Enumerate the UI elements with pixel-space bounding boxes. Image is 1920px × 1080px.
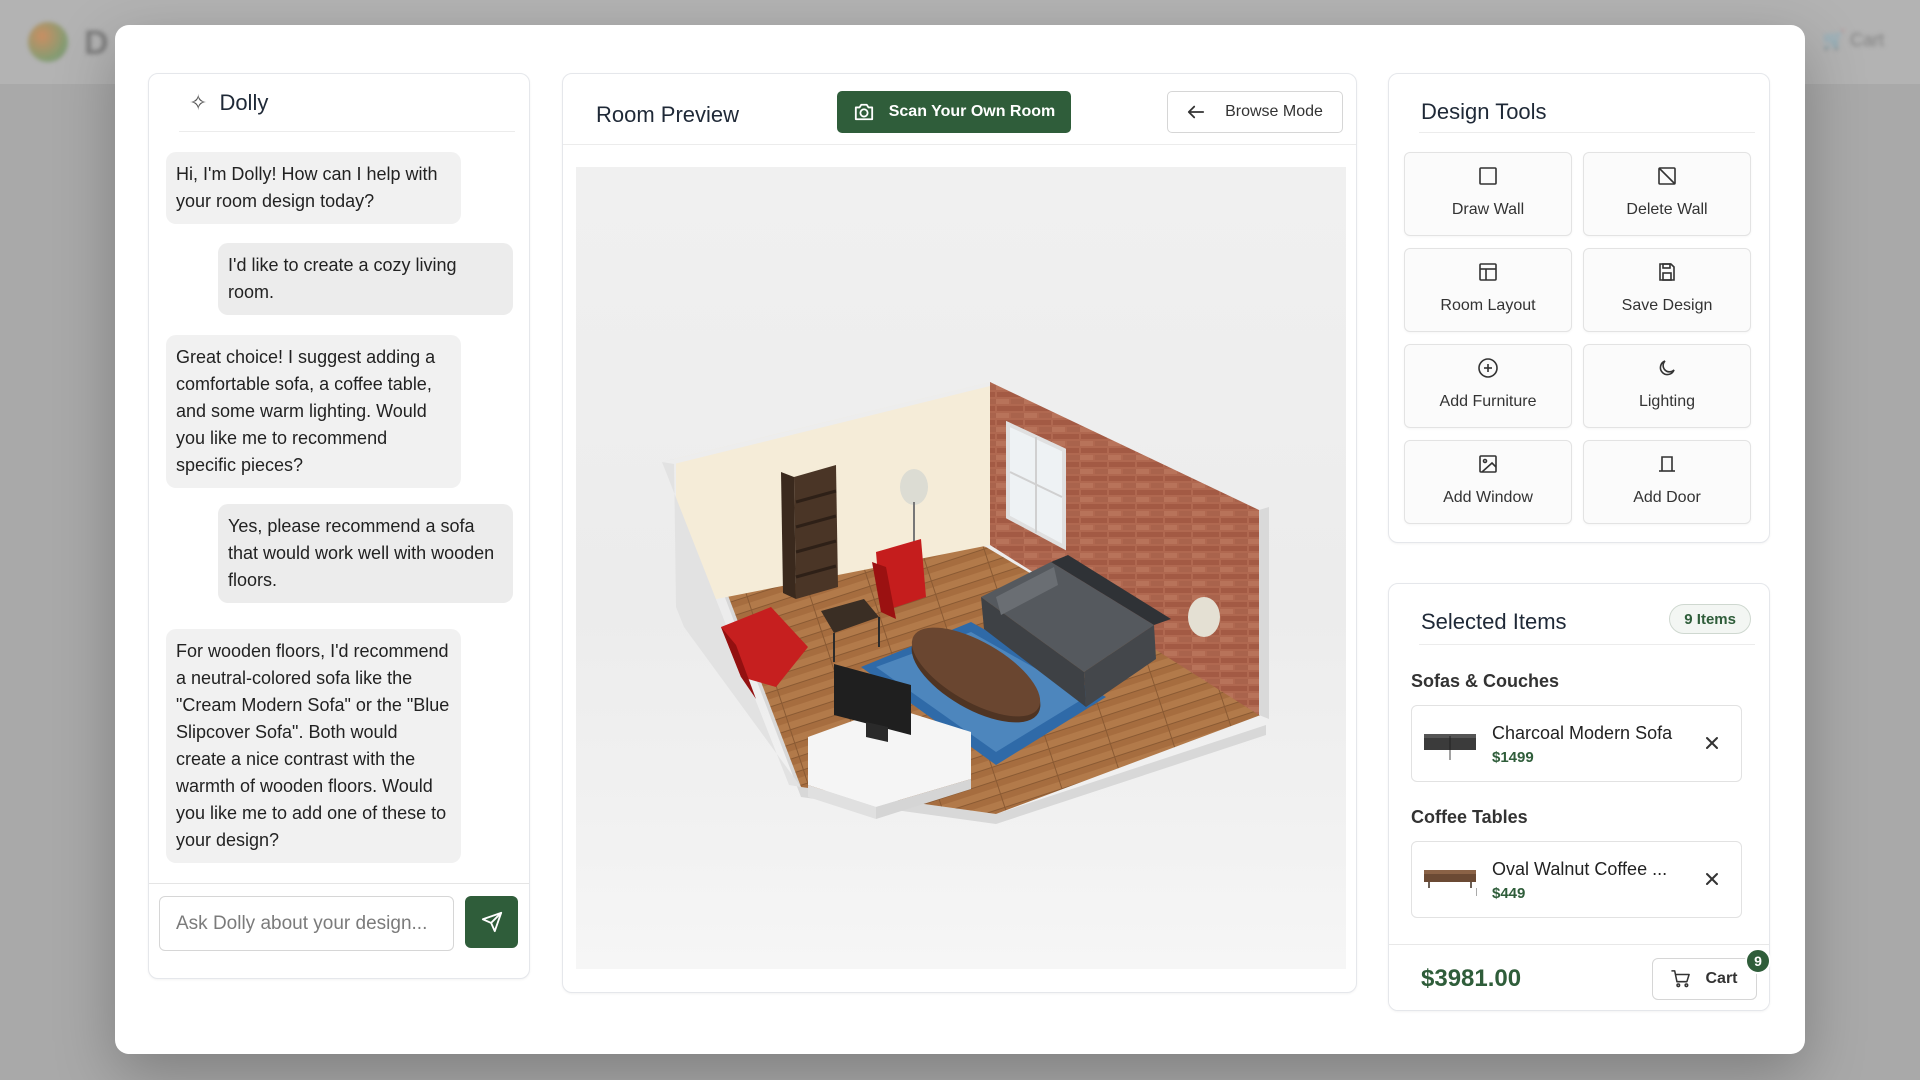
cart-label: Cart [1705,970,1738,987]
cart-footer: $3981.00 Cart [1389,944,1769,1010]
background-cart: 🛒 Cart [1822,30,1884,50]
tool-label: Save Design [1621,297,1713,314]
moon-icon [1656,357,1678,379]
chat-header: ✧ Dolly [149,74,529,132]
browse-mode-label: Browse Mode [1225,103,1323,120]
close-icon [1706,873,1718,885]
scan-room-button[interactable]: Scan Your Own Room [837,91,1071,133]
tool-lighting[interactable]: Lighting [1583,344,1751,428]
sofa-thumbnail [1424,734,1476,760]
arrow-left-icon [1187,105,1205,119]
design-modal: ✧ Dolly Hi, I'm Dolly! How can I help wi… [115,25,1805,1054]
background-logo [28,22,68,62]
item-name: Oval Walnut Coffee ... [1492,859,1668,879]
close-icon [1706,737,1718,749]
square-slash-icon [1656,165,1678,187]
room-3d-canvas[interactable] [576,167,1346,969]
cart-icon [1671,970,1691,988]
tool-label: Room Layout [1440,297,1536,314]
save-icon [1656,261,1678,283]
tool-label: Draw Wall [1451,201,1525,218]
chat-message-user: Yes, please recommend a sofa that would … [218,504,513,603]
layout-icon [1477,261,1499,283]
plus-circle-icon [1477,357,1499,379]
send-button[interactable] [465,896,518,948]
tool-label: Add Door [1633,489,1701,506]
tool-save-design[interactable]: Save Design [1583,248,1751,332]
room-preview-title: Room Preview [596,102,740,127]
tool-draw-wall[interactable]: Draw Wall [1404,152,1572,236]
chat-input[interactable] [159,896,454,951]
chat-message-bot: Hi, I'm Dolly! How can I help with your … [166,152,461,224]
item-name: Charcoal Modern Sofa [1492,723,1673,743]
image-icon [1477,453,1499,475]
selected-item: Oval Walnut Coffee ... $449 [1411,841,1742,918]
selected-item: Charcoal Modern Sofa $1499 [1411,705,1742,782]
selected-items-panel: Selected Items 9 Items Sofas & Couches C… [1388,583,1770,1011]
chat-message-bot: For wooden floors, I'd recommend a neutr… [166,629,461,863]
tool-room-layout[interactable]: Room Layout [1404,248,1572,332]
selected-items-title: Selected Items [1421,609,1567,634]
background-brand: D [84,24,109,62]
remove-item-button[interactable] [1699,730,1725,756]
browse-mode-button[interactable]: Browse Mode [1167,91,1343,133]
tool-add-window[interactable]: Add Window [1404,440,1572,524]
item-count-badge: 9 Items [1669,604,1751,634]
tool-add-furniture[interactable]: Add Furniture [1404,344,1572,428]
design-tools-title: Design Tools [1421,99,1547,124]
item-price: $449 [1492,885,1526,902]
door-icon [1656,453,1678,475]
send-icon [481,911,502,933]
tool-label: Delete Wall [1626,201,1708,218]
tool-label: Add Window [1443,489,1533,506]
camera-icon [854,103,873,121]
tool-label: Lighting [1638,393,1696,410]
cart-button[interactable]: Cart [1652,958,1757,1000]
category-title: Sofas & Couches [1411,671,1560,691]
room-3d-render [662,382,1269,824]
room-preview-header: Room Preview Scan Your Own Room Browse M… [563,74,1356,144]
chat-message-bot: Great choice! I suggest adding a comfort… [166,335,461,488]
cart-total: $3981.00 [1421,965,1522,992]
square-icon [1477,165,1499,187]
chat-title: Dolly [219,90,269,115]
chat-panel: ✧ Dolly Hi, I'm Dolly! How can I help wi… [148,73,530,979]
tool-label: Add Furniture [1439,393,1537,410]
coffee-table-thumbnail [1424,870,1477,896]
item-price: $1499 [1492,749,1534,766]
tool-add-door[interactable]: Add Door [1583,440,1751,524]
design-tools-panel: Design Tools Draw Wall Delete Wall Room … [1388,73,1770,543]
room-preview-panel: Room Preview Scan Your Own Room Browse M… [562,73,1357,993]
chat-message-user: I'd like to create a cozy living room. [218,243,513,315]
remove-item-button[interactable] [1699,866,1725,892]
category-title: Coffee Tables [1411,807,1528,827]
sparkles-icon: ✧ [189,90,208,115]
tool-delete-wall[interactable]: Delete Wall [1583,152,1751,236]
scan-room-label: Scan Your Own Room [888,103,1056,120]
cart-count-badge: 9 [1745,948,1771,974]
